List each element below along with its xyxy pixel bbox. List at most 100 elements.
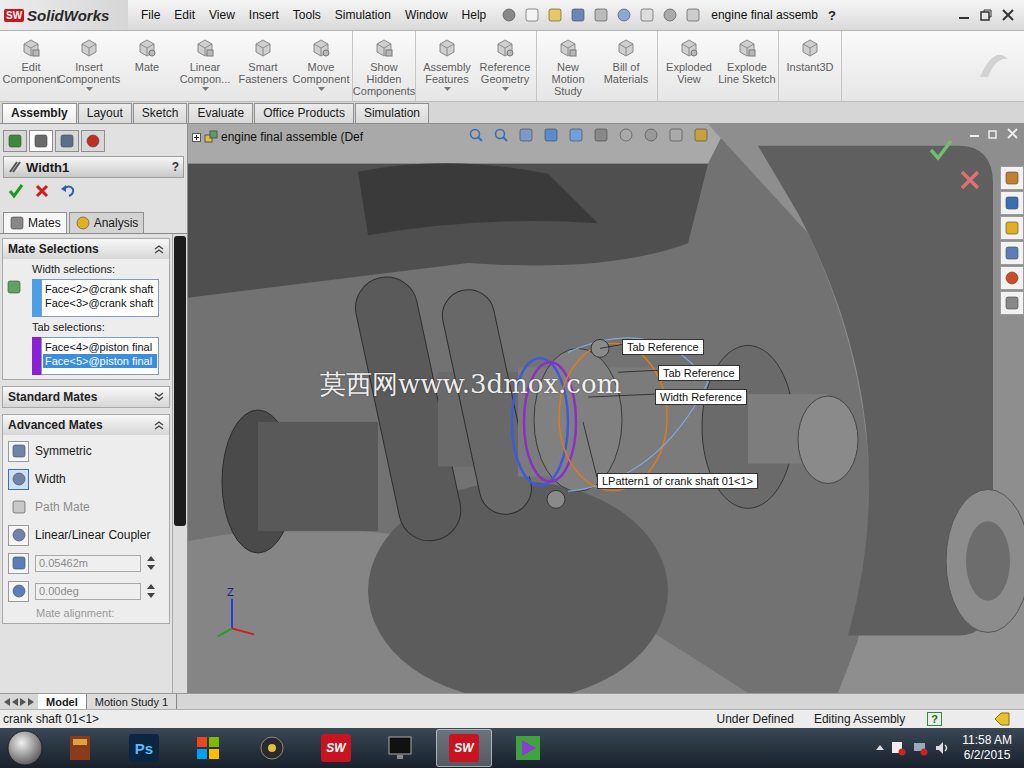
taskbar-app[interactable] [180,729,236,767]
section-view-icon[interactable] [543,127,559,143]
command-button[interactable]: Reference Geometry [476,31,534,101]
cancel-icon[interactable] [34,183,50,199]
command-button[interactable]: Explode Line Sketch [718,31,776,101]
panel-tab[interactable] [29,130,53,152]
hide-show-icon[interactable] [618,127,634,143]
mate-type-icon[interactable] [11,499,27,515]
mate-option[interactable]: Symmetric [6,439,166,463]
pin-icon[interactable] [501,7,517,23]
mate-option-box[interactable] [8,497,29,518]
volume-icon[interactable] [934,740,950,756]
value-field[interactable]: 0.05462m [35,555,141,572]
mate-option-box[interactable] [8,441,29,462]
menu-item[interactable]: Window [398,6,455,24]
ok-icon[interactable] [8,183,24,199]
panel-tab-icon[interactable] [33,133,49,149]
expand-icon[interactable] [192,133,201,142]
taskbar-app[interactable] [52,729,108,767]
panel-tab[interactable] [3,130,27,152]
nav-arrow-icon[interactable] [12,698,18,706]
selection-item[interactable]: Face<5>@piston final [43,354,157,368]
chevron-icon[interactable] [154,244,164,254]
command-button[interactable]: Mate [118,31,176,101]
analysis-icon[interactable] [75,215,91,231]
rebuild-icon[interactable] [662,7,678,23]
task-pane-icon[interactable] [1004,270,1020,286]
task-pane-tab[interactable] [1000,291,1024,315]
feature-tab[interactable]: Mates [3,212,67,233]
tray-arrow-icon[interactable] [876,744,884,752]
model-scene[interactable]: Z [188,124,1024,693]
command-button[interactable]: Smart Fasteners [234,31,292,101]
selection-list[interactable]: Face<4>@piston finalFace<5>@piston final [41,337,159,375]
mate-option[interactable]: Linear/Linear Coupler [6,523,166,547]
undo-icon[interactable] [616,7,632,23]
command-button[interactable]: Insert Components [60,31,118,101]
selection-item[interactable]: Face<2>@crank shaft [43,282,157,296]
command-button[interactable]: Assembly Features [418,31,476,101]
save-icon[interactable] [570,7,586,23]
open-icon[interactable] [547,7,563,23]
start-button-icon[interactable] [6,729,44,767]
task-pane-tab[interactable] [1000,266,1024,290]
command-button[interactable]: New Motion Study [539,31,597,101]
bottom-tab[interactable]: Motion Study 1 [87,694,177,709]
taskbar-app[interactable] [244,729,300,767]
flyout-tree[interactable]: engine final assemble (Def [192,130,363,144]
status-help[interactable]: ? [927,712,942,726]
panel-tab-icon[interactable] [7,133,23,149]
selection-item[interactable]: Face<4>@piston final [43,340,157,354]
command-button[interactable]: Exploded View [660,31,718,101]
nav-arrow-icon[interactable] [4,698,10,706]
ribbon-tab[interactable]: Layout [78,103,132,123]
panel-tab[interactable] [81,130,105,152]
menu-item[interactable]: Tools [286,6,328,24]
mate-option-box[interactable] [8,469,29,490]
view-settings-icon[interactable] [693,127,709,143]
command-button[interactable]: Instant3D [781,31,839,101]
select-icon[interactable] [639,7,655,23]
taskbar-app[interactable] [500,729,556,767]
ribbon-tab[interactable]: Evaluate [188,103,253,123]
help-button[interactable]: ? [828,8,836,23]
appearance-icon[interactable] [643,127,659,143]
selection-icon[interactable] [6,279,22,295]
callout[interactable]: Width Reference [655,389,747,405]
task-pane-icon[interactable] [1004,295,1020,311]
task-pane-icon[interactable] [1004,195,1020,211]
command-button[interactable]: Move Component [292,31,350,101]
graphics-area[interactable]: Zengine final assemble (Def莫西网www.3dmox.… [188,124,1024,693]
menu-item[interactable]: Simulation [328,6,398,24]
new-icon[interactable] [524,7,540,23]
restore-icon[interactable] [980,9,992,21]
ribbon-tab[interactable]: Sketch [133,103,188,123]
command-button[interactable]: Show Hidden Components [355,31,413,101]
menu-item[interactable]: Insert [242,6,286,24]
command-button[interactable]: Linear Compon... [176,31,234,101]
mate-type-icon[interactable] [11,527,27,543]
minimize-icon[interactable] [969,128,980,139]
menu-item[interactable]: Edit [167,6,202,24]
callout[interactable]: LPattern1 of crank shaft 01<1> [597,473,758,489]
view-orientation-icon[interactable] [568,127,584,143]
selection-item[interactable]: Face<3>@crank shaft [43,296,157,310]
options-icon[interactable] [685,7,701,23]
taskbar-app[interactable]: SW [436,729,492,767]
scrollbar[interactable] [172,234,187,693]
mate-option[interactable]: Width [6,467,166,491]
scene-icon[interactable] [668,127,684,143]
task-pane-tab[interactable] [1000,241,1024,265]
previous-view-icon[interactable] [518,127,534,143]
undo-icon[interactable] [60,183,76,199]
mate-option-box[interactable] [8,525,29,546]
display-style-icon[interactable] [593,127,609,143]
taskbar-app[interactable]: Ps [116,729,172,767]
menu-item[interactable]: View [202,6,242,24]
clock[interactable]: 11:58 AM6/2/2015 [956,733,1018,763]
ribbon-tab[interactable]: Office Products [254,103,354,123]
nav-arrow-icon[interactable] [20,698,26,706]
task-pane-icon[interactable] [1004,220,1020,236]
panel-tab-icon[interactable] [85,133,101,149]
distance-icon[interactable] [11,555,27,571]
scroll-thumb[interactable] [174,236,186,526]
